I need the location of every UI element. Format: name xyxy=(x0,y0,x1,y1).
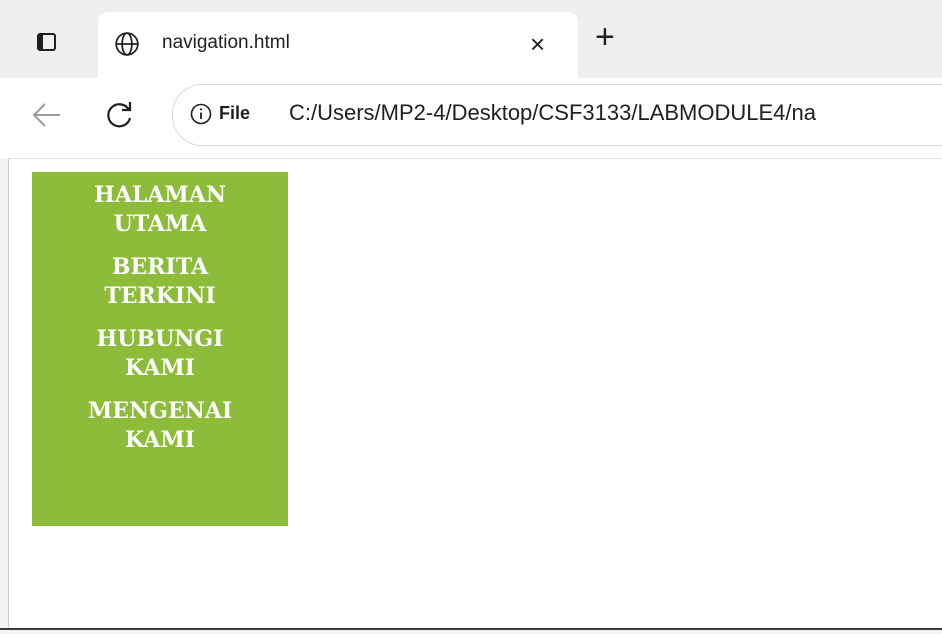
toolbar: File C:/Users/MP2-4/Desktop/CSF3133/LABM… xyxy=(0,78,942,158)
tab-active[interactable]: navigation.html × xyxy=(98,12,578,78)
new-tab-button[interactable]: + xyxy=(595,20,615,54)
nav-link-hubungi-kami[interactable]: HUBUNGI KAMI xyxy=(60,325,260,383)
browser-window: navigation.html × + File C:/Users/MP2-4/… xyxy=(0,0,942,634)
url-text[interactable]: C:/Users/MP2-4/Desktop/CSF3133/LABMODULE… xyxy=(289,100,816,126)
nav-link-halaman-utama[interactable]: HALAMAN UTAMA xyxy=(60,181,260,239)
tab-actions-icon xyxy=(36,33,56,51)
info-icon[interactable] xyxy=(189,102,213,126)
scheme-label: File xyxy=(219,103,251,123)
tab-actions-button[interactable] xyxy=(32,28,60,56)
nav-link-berita-terkini[interactable]: BERITA TERKINI xyxy=(60,253,260,311)
bottom-divider xyxy=(0,628,942,630)
tab-strip: navigation.html × + xyxy=(0,0,942,78)
tab-title: navigation.html xyxy=(162,32,290,53)
reload-icon[interactable] xyxy=(102,98,136,132)
globe-icon xyxy=(115,32,139,56)
back-arrow-icon[interactable] xyxy=(30,98,64,132)
close-tab-icon[interactable]: × xyxy=(530,26,545,62)
nav-link-mengenai-kami[interactable]: MENGENAI KAMI xyxy=(60,397,260,455)
address-bar[interactable]: File C:/Users/MP2-4/Desktop/CSF3133/LABM… xyxy=(172,84,942,146)
navigation-menu: HALAMAN UTAMA BERITA TERKINI HUBUNGI KAM… xyxy=(32,172,288,526)
